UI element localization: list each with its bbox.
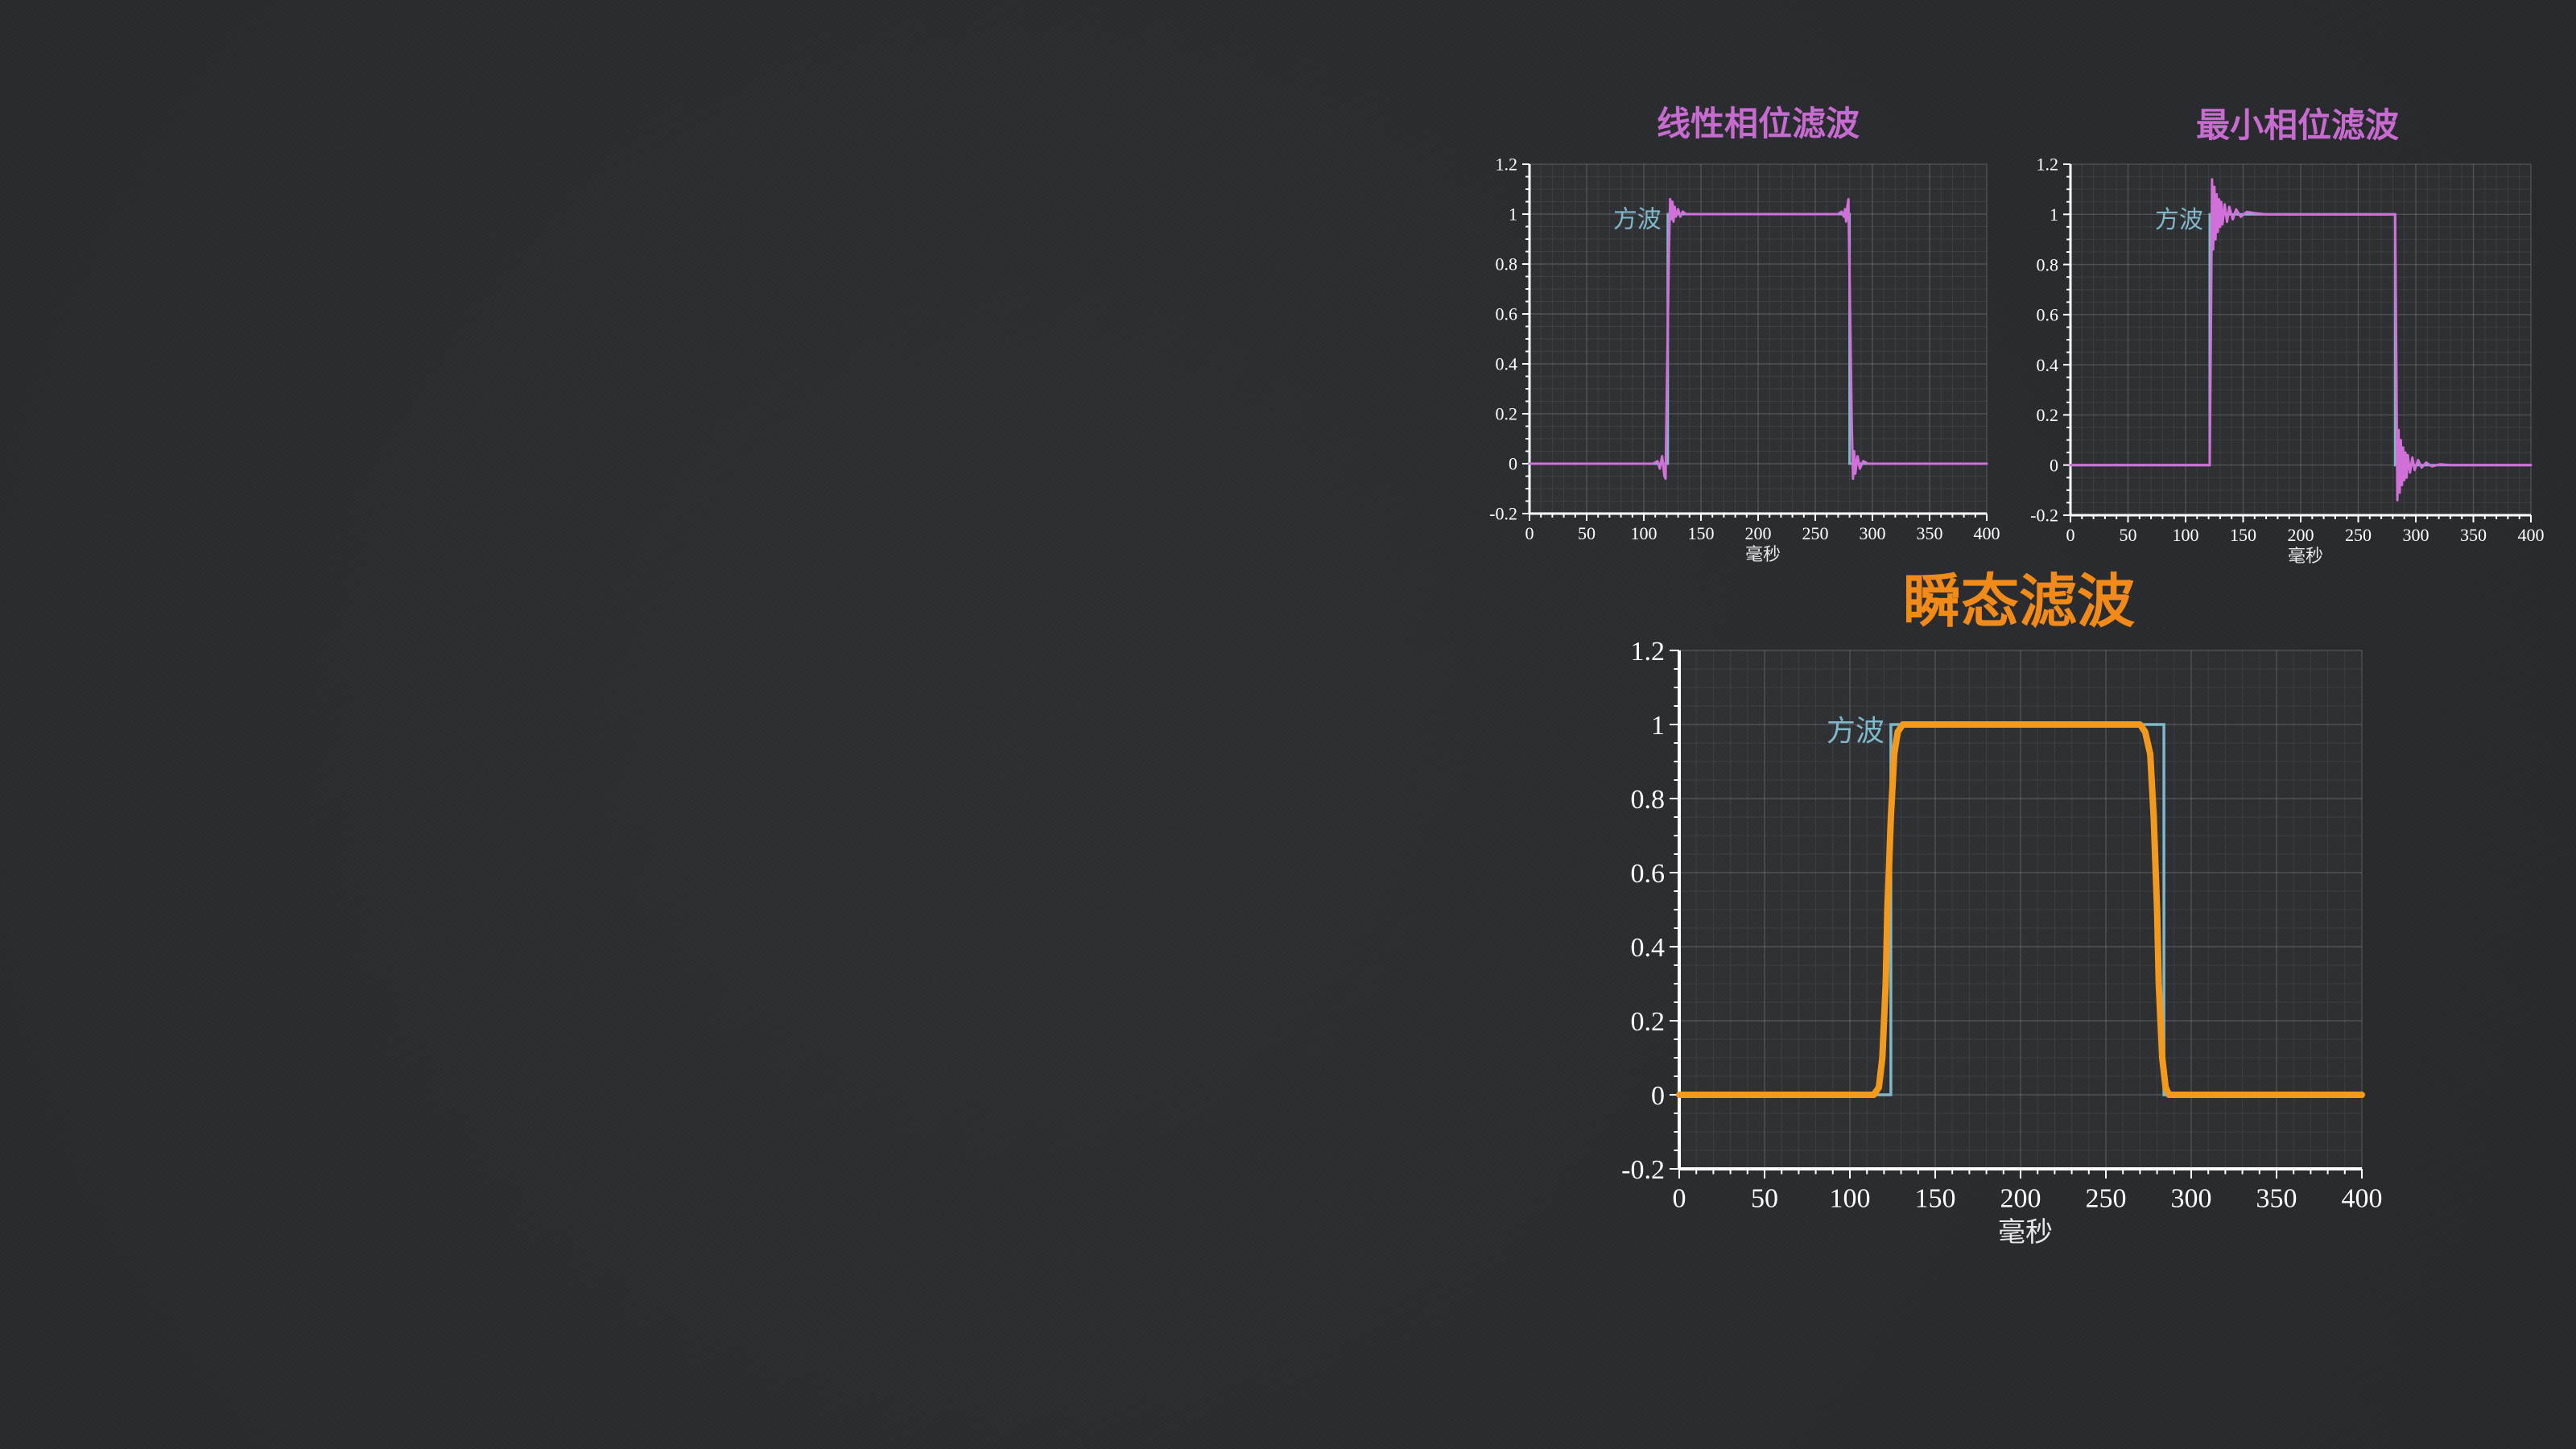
x-tick-label: 350 [2460,525,2487,545]
x-tick-label: 300 [1860,523,1886,543]
y-tick-label: 1 [1509,204,1517,225]
x-tick-label: 50 [1751,1184,1778,1214]
y-tick-label: -0.2 [2030,506,2058,526]
y-tick-label: 0.2 [1631,1007,1666,1037]
x-axis-label: 毫秒 [1745,545,1781,565]
chart-minimum-phase: 0 50 100 150 200 250 300 350 400 -0.2 0 0.2 0.4 0.6 0.… [2030,105,2544,567]
y-tick-label: 0.4 [1496,354,1518,374]
x-tick-label: 400 [1974,523,2000,543]
series-annotation: 方波 [1827,715,1885,748]
x-tick-label: 100 [1830,1184,1871,1214]
x-tick-label: 400 [2518,525,2545,545]
x-tick-label: 100 [2173,525,2199,545]
x-tick-label: 350 [2256,1184,2297,1214]
x-tick-label: 200 [2000,1184,2041,1214]
x-tick-label: 100 [1631,523,1657,543]
x-tick-label: 150 [1688,523,1715,543]
y-tick-label: 0 [1651,1081,1665,1111]
y-tick-label: 0 [1509,454,1517,474]
y-tick-label: -0.2 [1489,504,1517,524]
y-tick-label: 0.4 [1631,933,1666,963]
y-tick-label: 0.2 [2037,405,2059,425]
x-tick-label: 0 [1525,523,1534,543]
x-tick-label: 50 [1578,523,1596,543]
x-tick-label: 200 [2288,525,2314,545]
x-tick-label: 0 [2066,525,2075,545]
chart-canvas: 0 50 100 150 200 250 300 350 400-0.200.20.40.60.… [1489,104,2544,1249]
x-tick-label: 400 [2342,1184,2383,1214]
chart-title: 线性相位滤波 [1657,104,1860,143]
y-tick-label: 0.6 [1631,859,1666,889]
chart-title: 最小相位滤波 [2196,105,2399,145]
y-tick-label: 0.2 [1496,404,1518,424]
x-tick-label: 250 [2086,1184,2127,1214]
x-tick-label: 150 [1915,1184,1956,1214]
y-tick-label: 1.2 [1496,155,1518,175]
x-tick-label: 300 [2403,525,2429,545]
y-tick-label: 0.4 [2037,355,2059,375]
x-tick-label: 0 [1673,1184,1686,1214]
x-axis-label: 毫秒 [2288,547,2323,567]
y-tick-label: 1 [1651,711,1665,741]
y-tick-label: 0.8 [2037,254,2059,275]
x-tick-label: 250 [2345,525,2372,545]
chart-transient: 0 50 100 150 200 250 300 350 400 -0.2 0 0.2 0.4 0.6 0.… [1621,568,2382,1249]
y-tick-label: 0 [2050,455,2058,475]
series-annotation: 方波 [2155,206,2203,234]
y-tick-label: 0.8 [1496,254,1518,275]
x-tick-label: 150 [2230,525,2256,545]
x-tick-label: 300 [2171,1184,2212,1214]
series-annotation: 方波 [1613,206,1662,234]
x-tick-label: 350 [1917,523,1943,543]
y-tick-label: 1.2 [2037,155,2059,175]
y-tick-label: 1.2 [1631,637,1666,667]
x-tick-label: 250 [1802,523,1829,543]
y-tick-label: 0.6 [1496,304,1518,324]
y-tick-label: -0.2 [1621,1155,1665,1185]
x-tick-label: 50 [2120,525,2137,545]
x-axis-label: 毫秒 [1998,1216,2053,1249]
y-tick-label: 0.6 [2037,305,2059,325]
chart-title: 瞬态滤波 [1903,568,2135,635]
x-tick-label: 200 [1745,523,1772,543]
chart-linear-phase: 0 50 100 150 200 250 300 350 400 -0.2 0 0.2 0.4 0.6 0.… [1489,104,2000,565]
y-tick-label: 0.8 [1631,785,1666,815]
y-tick-label: 1 [2050,204,2058,225]
